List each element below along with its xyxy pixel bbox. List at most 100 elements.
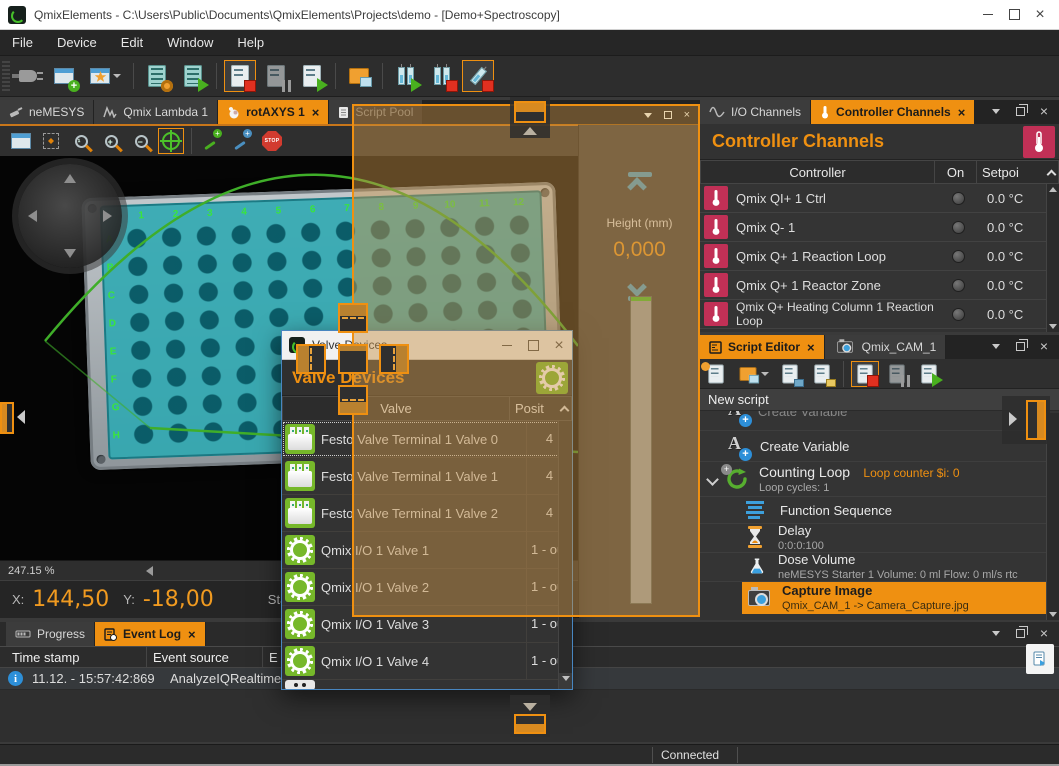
script-item-function-sequence[interactable]: Function Sequence — [700, 497, 1059, 524]
script-start-button[interactable] — [177, 60, 209, 92]
col-controller[interactable]: Controller — [701, 165, 934, 180]
fit-selection-button[interactable] — [38, 128, 64, 154]
scroll-down-icon[interactable] — [1049, 324, 1057, 329]
tab-rotaxys[interactable]: rotAXYS 1 × — [218, 100, 329, 124]
script-item-dose-volume[interactable]: Dose Volume neMESYS Starter 1 Volume: 0 … — [700, 553, 1059, 582]
run-script-button[interactable] — [296, 60, 328, 92]
panel-float-button[interactable] — [1013, 104, 1027, 118]
tab-qmix-lambda[interactable]: Qmix Lambda 1 — [94, 100, 218, 124]
dock-indicator-edge-top[interactable] — [514, 101, 546, 123]
panel-float-button[interactable] — [1013, 339, 1027, 353]
sort-asc-icon[interactable] — [1044, 167, 1058, 178]
controller-scrollbar[interactable] — [1046, 184, 1059, 332]
dock-indicator-edge-right[interactable] — [1026, 400, 1046, 440]
zoom-in-button[interactable]: + — [98, 128, 124, 154]
panel-menu-button[interactable] — [989, 339, 1003, 353]
script-item-delay[interactable]: Delay 0:0:0:100 — [700, 524, 1059, 553]
joystick-right-icon[interactable] — [103, 210, 112, 222]
scroll-left-icon[interactable] — [146, 566, 153, 576]
script-item-counting-loop[interactable]: + Counting Loop Loop counter $i: 0 Loop … — [700, 462, 1059, 497]
on-led[interactable] — [937, 279, 979, 292]
script-scrollbar[interactable] — [1046, 413, 1059, 620]
panel-menu-button[interactable] — [989, 104, 1003, 118]
script-item-capture-image-selected[interactable]: Capture Image Qmix_CAM_1 -> Camera_Captu… — [742, 582, 1059, 614]
panel-close-button[interactable]: × — [1037, 104, 1051, 118]
menu-file[interactable]: File — [0, 30, 45, 56]
on-led[interactable] — [937, 308, 979, 321]
valve-row[interactable]: Qmix I/O 1 Valve 4 1 - ou — [282, 643, 572, 680]
window-minimize-button[interactable] — [975, 5, 1001, 25]
joystick-up-icon[interactable] — [64, 174, 76, 183]
tab-script-editor[interactable]: Script Editor × — [700, 335, 825, 359]
dock-indicator-center[interactable] — [338, 344, 368, 374]
window-maximize-button[interactable] — [1001, 5, 1027, 25]
tab-io-channels[interactable]: I/O Channels — [700, 100, 811, 124]
dock-indicator-edge-bottom[interactable] — [514, 714, 546, 734]
panel-view-button[interactable] — [8, 128, 34, 154]
tab-event-log[interactable]: Event Log × — [95, 622, 206, 646]
col-extra[interactable]: E — [262, 647, 278, 667]
menu-help[interactable]: Help — [225, 30, 276, 56]
script-configure-button[interactable] — [141, 60, 173, 92]
disconnect-button[interactable] — [12, 60, 44, 92]
tab-qmix-cam[interactable]: Qmix_CAM_1 — [825, 335, 947, 359]
dock-indicator-edge-left[interactable] — [0, 402, 14, 434]
add-waypoint-button[interactable] — [229, 128, 255, 154]
menu-window[interactable]: Window — [155, 30, 225, 56]
scroll-down-icon[interactable] — [1049, 612, 1057, 617]
col-event-source[interactable]: Event source — [146, 647, 262, 667]
joystick-control[interactable] — [18, 164, 122, 268]
record-button[interactable] — [851, 361, 879, 387]
panel-close-button[interactable]: × — [1037, 339, 1051, 353]
scroll-up-icon[interactable] — [1049, 187, 1057, 192]
zoom-out-button[interactable]: − — [128, 128, 154, 154]
tab-controller-channels[interactable]: Controller Channels × — [811, 100, 975, 124]
start-button[interactable] — [915, 361, 943, 387]
add-path-button[interactable] — [199, 128, 225, 154]
tab-nemesys[interactable]: neMESYS — [0, 100, 94, 124]
open-script-button[interactable] — [734, 361, 772, 387]
panel-menu-button[interactable] — [989, 626, 1003, 640]
save-script-as-button[interactable] — [808, 361, 836, 387]
col-time-stamp[interactable]: Time stamp — [12, 650, 146, 665]
new-script-button[interactable] — [702, 361, 730, 387]
target-position-button[interactable] — [158, 128, 184, 154]
dock-indicator-split-left[interactable] — [296, 344, 326, 374]
dock-indicator-split-bottom[interactable] — [338, 385, 368, 415]
tab-close-icon[interactable]: × — [188, 627, 196, 642]
thermometer-button[interactable] — [1023, 126, 1055, 158]
controller-row[interactable]: Qmix QI+ 1 Ctrl 0.0 °C — [700, 184, 1059, 213]
joystick-down-icon[interactable] — [64, 249, 76, 258]
event-log-tool-button[interactable] — [1026, 644, 1054, 674]
toolbar-grip[interactable] — [2, 61, 10, 91]
col-setpoint[interactable]: Setpoi — [976, 161, 1044, 183]
tab-close-icon[interactable]: × — [958, 105, 966, 120]
dosing-record-button[interactable] — [426, 60, 458, 92]
dock-indicator-split-top[interactable] — [338, 303, 368, 333]
favorites-button[interactable] — [84, 60, 126, 92]
record-script-button[interactable] — [224, 60, 256, 92]
col-on[interactable]: On — [934, 161, 976, 183]
menu-edit[interactable]: Edit — [109, 30, 155, 56]
expander-chevron-icon[interactable] — [706, 473, 719, 486]
add-device-view-button[interactable]: + — [48, 60, 80, 92]
on-led[interactable] — [937, 192, 979, 205]
zoom-original-button[interactable]: ¹ — [68, 128, 94, 154]
controller-row[interactable]: Qmix Q+ 1 Reaction Loop 0.0 °C — [700, 242, 1059, 271]
panel-float-button[interactable] — [1013, 626, 1027, 640]
dosing-start-button[interactable] — [390, 60, 422, 92]
project-media-button[interactable] — [343, 60, 375, 92]
controller-row[interactable]: Qmix Q- 1 0.0 °C — [700, 213, 1059, 242]
on-led[interactable] — [937, 250, 979, 263]
controller-row[interactable]: Qmix Q+ 1 Reactor Zone 0.0 °C — [700, 271, 1059, 300]
calibrate-syringe-button[interactable] — [462, 60, 494, 92]
scroll-down-icon[interactable] — [562, 676, 570, 681]
save-script-button[interactable] — [776, 361, 804, 387]
tab-close-icon[interactable]: × — [807, 340, 815, 355]
tab-close-icon[interactable]: × — [312, 105, 320, 120]
controller-row[interactable]: Qmix Q+ Heating Column 1 Reaction Loop 0… — [700, 300, 1059, 329]
tab-progress[interactable]: Progress — [6, 622, 95, 646]
on-led[interactable] — [937, 221, 979, 234]
pause-button[interactable] — [883, 361, 911, 387]
menu-device[interactable]: Device — [45, 30, 109, 56]
